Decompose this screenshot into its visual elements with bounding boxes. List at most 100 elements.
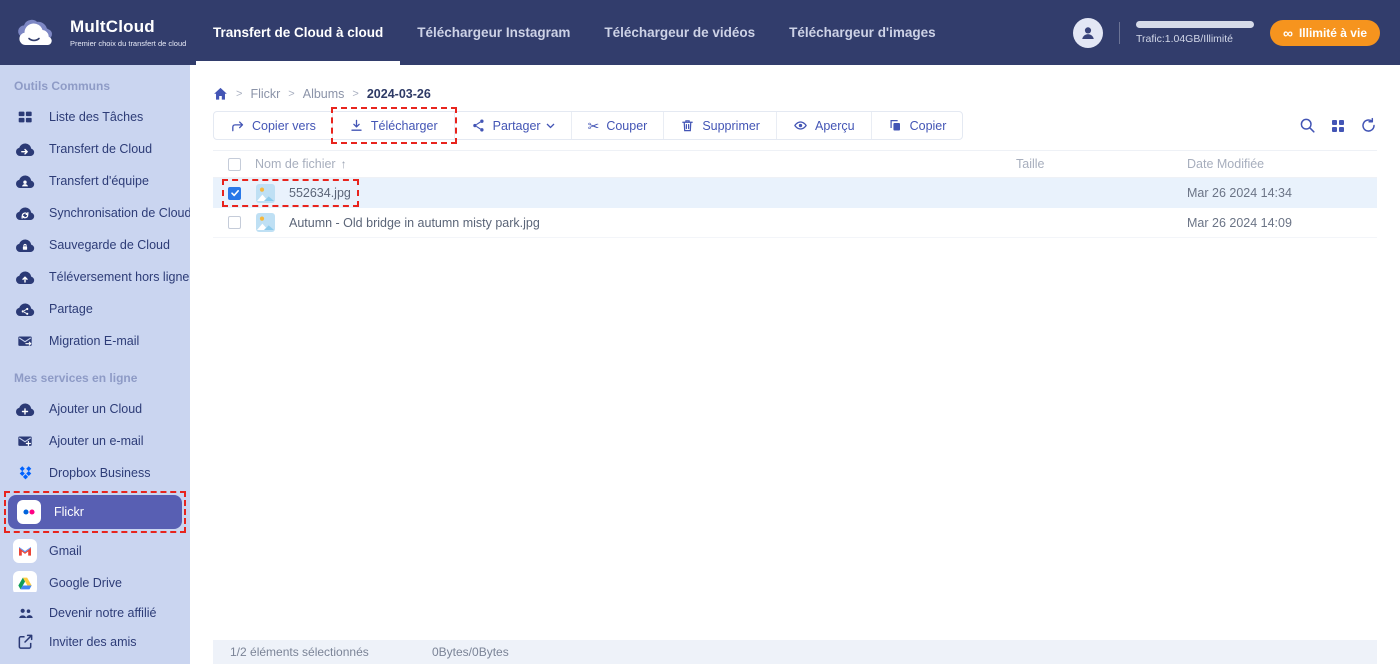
sidebar-item-label: Inviter des amis [49,634,137,649]
mail-migration-icon [14,333,36,349]
sidebar-item-cloud-backup[interactable]: Sauvegarde de Cloud [0,229,190,261]
sidebar-item-email-migration[interactable]: Migration E-mail [0,325,190,357]
multcloud-logo-icon [14,17,60,49]
trash-icon [682,120,694,132]
sidebar-item-label: Partage [49,302,93,316]
logo[interactable]: MultCloud Premier choix du transfert de … [0,17,196,49]
sidebar-item-label: Ajouter un Cloud [49,402,143,416]
sidebar-item-team-transfer[interactable]: Transfert d'équipe [0,165,190,197]
breadcrumb: > Flickr > Albums > 2024-03-26 [213,87,1377,101]
selection-size: 0Bytes/0Bytes [432,645,509,659]
row-checkbox[interactable] [228,216,241,229]
column-name-label: Nom de fichier [255,157,336,171]
breadcrumb-separator: > [288,88,295,100]
sidebar-item-label: Migration E-mail [49,334,140,348]
toolbar-button-label: Couper [606,118,648,133]
sidebar-item-label: Téléversement hors ligne [49,270,190,284]
grid-view-icon[interactable] [1331,119,1345,133]
select-all-checkbox[interactable] [228,157,241,171]
cloud-backup-icon [14,237,36,254]
download-button[interactable]: Télécharger [330,107,457,144]
sidebar-item-label: Ajouter un e-mail [49,434,144,448]
copy-to-button[interactable]: Copier vers [214,112,332,139]
search-icon[interactable] [1299,117,1316,134]
sidebar-item-label: Devenir notre affilié [49,605,157,620]
sidebar-item-task-list[interactable]: Liste des Tâches [0,101,190,133]
sidebar-section-online-services: Mes services en ligne [14,371,138,385]
traffic-progress-bar [1135,20,1254,28]
column-header-name[interactable]: Nom de fichier ↑ [255,157,347,171]
sidebar-item-add-cloud[interactable]: Ajouter un Cloud [0,393,190,425]
sidebar-item-cloud-sync[interactable]: Synchronisation de Cloud [0,197,190,229]
copy-button[interactable]: Copier [870,112,963,139]
sidebar-item-affiliate[interactable]: Devenir notre affilié [0,598,190,627]
flickr-icon [17,500,41,524]
scissors-icon: ✂ [587,117,600,134]
sidebar-item-label: Flickr [54,505,84,519]
tab-image-downloader[interactable]: Téléchargeur d'images [772,0,953,65]
file-modified: Mar 26 2024 14:34 [1187,186,1292,200]
cut-button[interactable]: ✂ Couper [570,112,664,139]
sidebar-item-flickr[interactable]: Flickr [8,495,182,529]
sidebar-item-label: Sauvegarde de Cloud [49,238,170,252]
person-icon [1082,26,1094,39]
image-file-icon [256,183,275,203]
sidebar-item-gmail[interactable]: Gmail [0,535,190,567]
home-icon[interactable] [213,87,228,101]
dropbox-icon [14,464,36,483]
sidebar-item-label: Liste des Tâches [49,110,144,124]
toolbar-button-label: Partager [492,118,541,133]
breadcrumb-albums[interactable]: Albums [303,87,345,101]
share-icon [472,119,484,132]
check-icon [230,190,239,197]
file-name: 552634.jpg [289,186,351,200]
file-row[interactable]: Autumn - Old bridge in autumn misty park… [213,208,1377,238]
preview-button[interactable]: Aperçu [775,112,871,139]
gmail-icon [13,539,37,563]
traffic-meter: Trafic:1.04GB/Illimité [1135,20,1254,45]
refresh-icon[interactable] [1360,117,1377,134]
cloud-share-icon [14,301,36,318]
column-header-size[interactable]: Taille [997,157,1187,171]
tab-instagram-downloader[interactable]: Téléchargeur Instagram [400,0,587,65]
toolbar-button-label: Copier [909,118,947,133]
download-icon [351,119,362,131]
column-header-modified[interactable]: Date Modifiée [1187,157,1377,171]
breadcrumb-flickr[interactable]: Flickr [250,87,280,101]
sidebar-item-label: Google Drive [49,576,122,590]
delete-button[interactable]: Supprimer [663,112,776,139]
traffic-label: Trafic:1.04GB/Illimité [1135,32,1234,45]
tab-cloud-transfer[interactable]: Transfert de Cloud à cloud [196,0,401,65]
toolbar-button-label: Aperçu [814,118,855,133]
filelist-header: Nom de fichier ↑ Taille Date Modifiée [213,150,1377,178]
cloud-add-icon [14,401,36,418]
sidebar-item-label: Gmail [49,544,82,558]
share-button[interactable]: Partager [453,112,571,139]
sidebar-section-common-tools: Outils Communs [14,79,111,93]
sort-up-icon: ↑ [340,157,347,171]
app-header: MultCloud Premier choix du transfert de … [0,0,1400,65]
sidebar-item-offline-upload[interactable]: Téléversement hors ligne [0,261,190,293]
file-row[interactable]: 552634.jpg Mar 26 2024 14:34 [213,178,1377,208]
sidebar-item-label: Transfert d'équipe [49,174,149,188]
status-bar: 1/2 éléments sélectionnés 0Bytes/0Bytes [213,640,1377,664]
highlight-box-flickr: Flickr [4,491,186,533]
tab-video-downloader[interactable]: Téléchargeur de vidéos [587,0,772,65]
user-avatar[interactable] [1072,17,1103,48]
sidebar-item-label: Dropbox Business [49,466,151,480]
sidebar-item-add-email[interactable]: Ajouter un e-mail [0,425,190,457]
file-toolbar: Copier vers Télécharger Partager ✂ Coupe… [213,107,964,144]
file-modified: Mar 26 2024 14:09 [1187,215,1292,230]
upgrade-label: Illimité à vie [1298,25,1367,40]
file-name: Autumn - Old bridge in autumn misty park… [289,215,540,230]
sidebar-item-share[interactable]: Partage [0,293,190,325]
row-checkbox[interactable] [228,186,241,200]
main-content: > Flickr > Albums > 2024-03-26 Copier ve… [190,65,1400,664]
upgrade-button[interactable]: ∞ Illimité à vie [1269,19,1380,46]
sidebar-item-dropbox-business[interactable]: Dropbox Business [0,457,190,489]
invite-icon [14,633,36,650]
sidebar-item-invite-friends[interactable]: Inviter des amis [0,627,190,656]
sidebar-item-cloud-transfer[interactable]: Transfert de Cloud [0,133,190,165]
breadcrumb-separator: > [352,88,359,100]
cloud-transfer-icon [14,141,36,158]
